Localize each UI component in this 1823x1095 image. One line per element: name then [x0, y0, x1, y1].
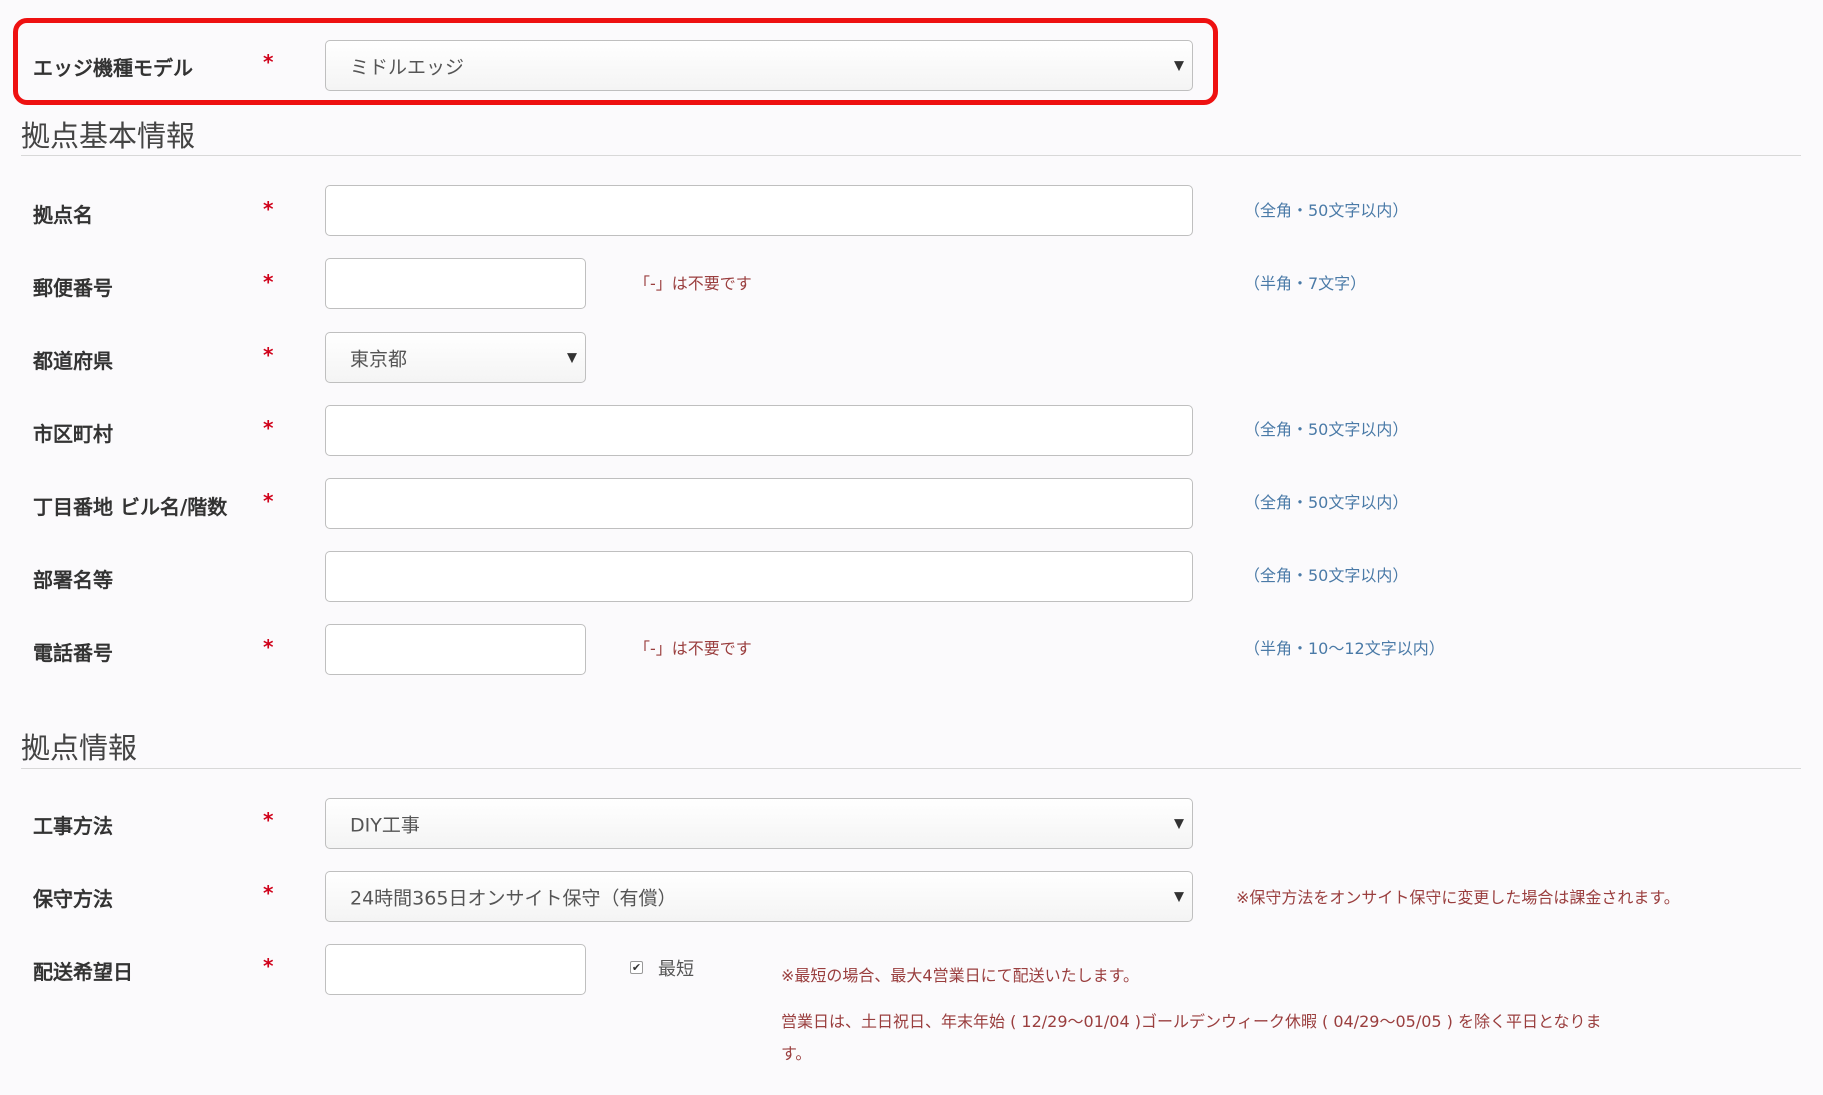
shortest-checkbox-label[interactable]: 最短 — [658, 955, 694, 981]
section-divider — [21, 768, 1801, 769]
construction-method-required-mark: * — [263, 808, 274, 832]
prefecture-label: 都道府県 — [33, 349, 113, 373]
maintenance-method-label: 保守方法 — [33, 887, 113, 911]
phone-hint: （半角・10〜12文字以内） — [1244, 639, 1445, 658]
edge-model-label: エッジ機種モデル — [33, 56, 193, 80]
edge-model-select[interactable]: ミドルエッジ ▼ — [325, 40, 1193, 91]
business-days-note-line1: 営業日は、土日祝日、年末年始 ( 12/29〜01/04 )ゴールデンウィーク休… — [781, 1012, 1602, 1031]
city-required-mark: * — [263, 416, 274, 440]
prefecture-select-value: 東京都 — [350, 348, 408, 370]
city-input[interactable] — [325, 405, 1193, 456]
postal-code-note: 「-」は不要です — [634, 274, 752, 293]
edge-model-select-value: ミドルエッジ — [350, 56, 465, 78]
address-label: 丁目番地 ビル名/階数 — [33, 495, 228, 519]
postal-code-input[interactable] — [325, 258, 586, 309]
construction-method-label: 工事方法 — [33, 814, 113, 838]
edge-model-required-mark: * — [263, 50, 274, 74]
checkmark-icon: ✔ — [631, 961, 642, 974]
maintenance-method-select[interactable]: 24時間365日オンサイト保守（有償） ▼ — [325, 871, 1193, 922]
phone-label: 電話番号 — [33, 641, 113, 665]
delivery-date-label: 配送希望日 — [33, 960, 133, 984]
address-required-mark: * — [263, 489, 274, 513]
construction-method-select-value: DIY工事 — [350, 814, 420, 836]
site-name-input[interactable] — [325, 185, 1193, 236]
department-input[interactable] — [325, 551, 1193, 602]
section-divider — [21, 155, 1801, 156]
triangle-down-icon: ▼ — [567, 350, 577, 365]
address-input[interactable] — [325, 478, 1193, 529]
postal-code-required-mark: * — [263, 270, 274, 294]
section-title-basic-info: 拠点基本情報 — [21, 119, 196, 153]
postal-code-label: 郵便番号 — [33, 276, 113, 300]
prefecture-select[interactable]: 東京都 ▼ — [325, 332, 586, 383]
business-days-note-line2: す。 — [781, 1044, 812, 1063]
phone-required-mark: * — [263, 635, 274, 659]
shortest-checkbox[interactable]: ✔ — [630, 961, 643, 974]
section-title-site-info: 拠点情報 — [21, 731, 138, 765]
site-name-hint: （全角・50文字以内） — [1244, 201, 1409, 220]
city-label: 市区町村 — [33, 422, 113, 446]
department-hint: （全角・50文字以内） — [1244, 566, 1409, 585]
maintenance-method-select-value: 24時間365日オンサイト保守（有償） — [350, 887, 677, 909]
triangle-down-icon: ▼ — [1174, 58, 1184, 73]
triangle-down-icon: ▼ — [1174, 889, 1184, 904]
phone-note: 「-」は不要です — [634, 639, 752, 658]
maintenance-method-note: ※保守方法をオンサイト保守に変更した場合は課金されます。 — [1236, 888, 1680, 907]
site-name-label: 拠点名 — [33, 203, 93, 227]
delivery-date-required-mark: * — [263, 954, 274, 978]
city-hint: （全角・50文字以内） — [1244, 420, 1409, 439]
maintenance-method-required-mark: * — [263, 881, 274, 905]
construction-method-select[interactable]: DIY工事 ▼ — [325, 798, 1193, 849]
delivery-date-input[interactable] — [325, 944, 586, 995]
department-label: 部署名等 — [33, 568, 113, 592]
postal-code-hint: （半角・7文字） — [1244, 274, 1367, 293]
address-hint: （全角・50文字以内） — [1244, 493, 1409, 512]
delivery-date-note: ※最短の場合、最大4営業日にて配送いたします。 — [781, 966, 1139, 985]
prefecture-required-mark: * — [263, 343, 274, 367]
site-name-required-mark: * — [263, 197, 274, 221]
phone-input[interactable] — [325, 624, 586, 675]
triangle-down-icon: ▼ — [1174, 816, 1184, 831]
